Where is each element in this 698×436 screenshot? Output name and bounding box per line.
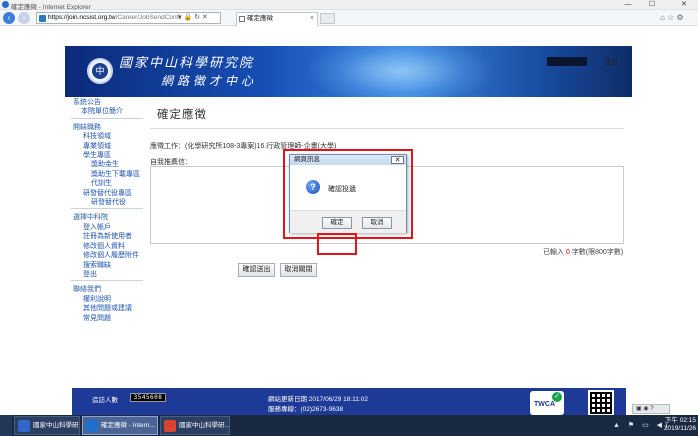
start-button[interactable] xyxy=(0,415,12,436)
tab-page-icon xyxy=(239,16,245,22)
sidebar-link[interactable]: 學生專區 xyxy=(73,151,145,160)
banner-title: 國家中山科學研究院 xyxy=(119,56,255,71)
taskbar-item-label: 確定應徵 - Intern... xyxy=(101,422,155,429)
user-name-badge xyxy=(547,57,587,66)
sidebar-link[interactable]: 研發替代役專區 xyxy=(73,189,145,198)
qr-code-icon xyxy=(588,390,614,416)
dialog-title: 網頁訊息 xyxy=(290,155,406,165)
char-count-value: 0 xyxy=(565,249,570,256)
sidebar-link[interactable]: 註冊為新使用者 xyxy=(73,232,145,241)
sidebar-link[interactable]: 常見問題 xyxy=(73,314,145,323)
new-tab-button[interactable] xyxy=(320,13,335,24)
visit-counter: 3545608 xyxy=(130,393,166,402)
sidebar-divider xyxy=(71,208,143,210)
ie-logo-icon xyxy=(2,1,9,8)
dialog-button-bar: 確定 取消 xyxy=(290,210,406,233)
sidebar-group-title: 聯絡我們 xyxy=(73,286,101,294)
sidebar-link[interactable]: 搜索職缺 xyxy=(73,261,145,270)
taskbar-item-label: 國家中山科學研... xyxy=(179,422,230,429)
window-titlebar: 確定應徵 - Internet Explorer — ☐ ✕ xyxy=(0,0,698,11)
title-divider xyxy=(150,128,624,129)
taskbar-clock[interactable]: 下午 02:15 2019/11/26 xyxy=(654,417,696,433)
tab-close-icon[interactable]: × xyxy=(310,13,314,25)
site-footer: 造訪人數 3545608 網站更新日期 2017/06/29 18:11:02 … xyxy=(72,388,626,416)
sidebar-link[interactable]: 登入帳戶 xyxy=(73,223,145,232)
dialog-close-button[interactable]: ✕ xyxy=(391,156,404,164)
sidebar-link[interactable]: 科技領域 xyxy=(73,132,145,141)
banner-subtitle: 網路徵才中心 xyxy=(161,74,258,88)
sidebar-divider xyxy=(71,280,143,282)
taskbar-app-icon xyxy=(86,420,98,432)
clock-date: 2019/11/26 xyxy=(663,425,696,432)
sidebar-link[interactable]: 獎助金生 xyxy=(73,160,145,169)
sidebar-group-title: 系統公告 xyxy=(73,99,101,106)
char-counter: 已輸入 0 字數(限800字數) xyxy=(543,249,624,256)
url-path: /Career/JobSendConfir xyxy=(115,14,183,21)
minimize-button[interactable]: — xyxy=(618,0,638,10)
sidebar-group-title: 開缺職務 xyxy=(73,123,101,131)
taskbar-item[interactable]: 國家中山科學研... xyxy=(160,416,230,435)
language-bar[interactable]: ▣ ◉ ? xyxy=(632,404,670,414)
url-host: https://join.ncsist.org.tw xyxy=(48,14,116,21)
sidebar-link[interactable]: 登出 xyxy=(73,270,145,279)
site-favicon-icon xyxy=(39,15,46,22)
sidebar-link[interactable]: 本院單位簡介 xyxy=(73,107,145,116)
maximize-button[interactable]: ☐ xyxy=(642,0,662,10)
sidebar-link[interactable]: 修改個人履歷附件 xyxy=(73,251,145,260)
address-bar-actions-icon[interactable]: ▾ 🔒 ↻ ✕ xyxy=(178,13,208,21)
taskbar-item-label: 國家中山科學研... xyxy=(33,422,80,429)
back-button[interactable]: ‹ xyxy=(3,12,15,24)
ncsist-emblem-icon xyxy=(87,58,113,84)
taskbar-item[interactable]: 國家中山科學研... xyxy=(14,416,80,435)
sidebar-divider xyxy=(71,117,143,119)
confirm-submit-button[interactable]: 確認送出 xyxy=(238,263,275,277)
sidebar-link[interactable]: 修改個人資料 xyxy=(73,242,145,251)
clock-time: 下午 02:15 xyxy=(664,417,696,424)
windows-taskbar: 國家中山科學研... 確定應徵 - Intern... 國家中山科學研... ▲ ⚑… xyxy=(0,415,698,436)
sidebar-link[interactable]: 專業領域 xyxy=(73,142,145,151)
sidebar-link[interactable]: 研發替代役 xyxy=(73,198,145,207)
question-icon: ? xyxy=(306,180,320,194)
visit-count-label: 造訪人數 xyxy=(92,397,118,404)
ok-button-highlight xyxy=(317,233,357,255)
forward-button[interactable]: › xyxy=(18,12,30,24)
check-icon: ✓ xyxy=(552,392,562,402)
dialog-ok-button[interactable]: 確定 xyxy=(322,217,352,229)
confirm-dialog: 網頁訊息 ✕ ? 確認投遞 確定 取消 xyxy=(289,154,407,233)
browser-tab[interactable]: 確定應徵 × xyxy=(236,12,318,26)
cancel-close-button[interactable]: 取消關閉 xyxy=(280,263,317,277)
home-favorites-settings-icon[interactable]: ⌂ ☆ ⚙ xyxy=(660,13,684,22)
sidebar-group-title: 選擇中科院 xyxy=(73,214,108,222)
service-phone: 服務專線：(02)2673-9638 xyxy=(268,406,344,413)
taskbar-app-icon xyxy=(164,420,176,432)
sidebar-nav: 系統公告 本院單位簡介 開缺職務 科技領域 專業領域 學生專區 獎助金生 獎助生下載專區 代訓生… xyxy=(71,98,145,323)
browser-navbar: ‹ › https://join.ncsist.org.tw/Career/Jo… xyxy=(0,10,698,26)
sidebar-link[interactable]: 獎助生下載專區 xyxy=(73,170,145,179)
close-window-button[interactable]: ✕ xyxy=(672,0,696,10)
sidebar-link[interactable]: 代訓生 xyxy=(73,179,145,188)
tab-title: 確定應徵 xyxy=(247,15,273,22)
taskbar-app-icon xyxy=(18,420,30,432)
logout-link[interactable]: 登出 xyxy=(604,57,618,67)
twca-seal-icon: TWCA ✓ xyxy=(530,391,564,415)
page-title: 確定應徵 xyxy=(157,109,207,121)
dialog-message: 確認投遞 xyxy=(328,186,356,193)
sidebar-link[interactable]: 權利說明 xyxy=(73,295,145,304)
site-updated-date: 網站更新日期 2017/06/29 18:11:02 xyxy=(268,396,368,403)
site-banner: 國家中山科學研究院 網路徵才中心 xyxy=(65,46,632,97)
dialog-cancel-button[interactable]: 取消 xyxy=(362,217,392,229)
taskbar-item[interactable]: 確定應徵 - Intern... xyxy=(82,416,158,435)
sidebar-link[interactable]: 其他問題或建議 xyxy=(73,304,145,313)
